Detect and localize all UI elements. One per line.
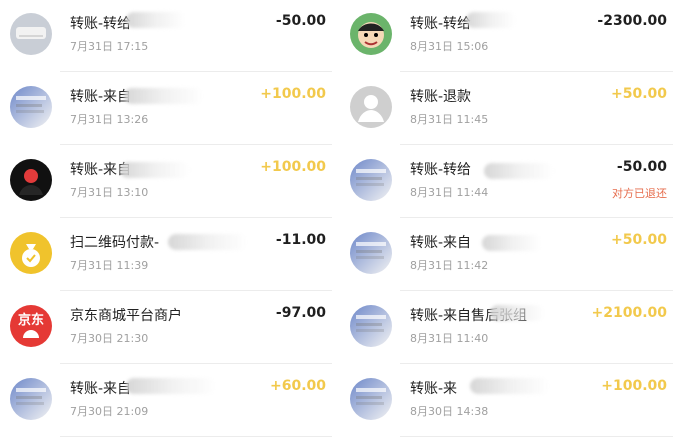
transaction-time: 7月31日 11:39 [70,259,149,272]
moneybag-icon [10,232,52,274]
transaction-amount: -50.00 [616,159,667,175]
transaction-title: 转账-来自 [70,89,132,105]
transaction-item[interactable]: 转账-来自 8月31日 11:42 +50.00 [340,219,681,291]
transaction-item[interactable]: 转账-来 8月30日 14:38 +100.00 [340,365,681,437]
transaction-time: 7月31日 17:15 [70,40,149,53]
transaction-item[interactable]: 转账-来自 7月31日 13:26 +100.00 [0,73,340,145]
transaction-time: 8月31日 11:42 [410,259,489,272]
transaction-time: 7月30日 21:30 [70,332,149,345]
transaction-time: 8月31日 11:44 [410,186,489,199]
transaction-item[interactable]: 转账-转给 7月31日 17:15 -50.00 [0,0,340,72]
ac-icon [10,13,52,55]
transaction-item[interactable]: 扫二维码付款- 7月31日 11:39 -11.00 [0,219,340,291]
transaction-time: 7月31日 13:26 [70,113,149,126]
redaction-blur [470,378,550,394]
transaction-item[interactable]: 转账-转给 8月31日 11:44 -50.00 对方已退还 [340,146,681,218]
transaction-amount: +100.00 [601,378,667,394]
transaction-time: 8月31日 11:40 [410,332,489,345]
person-icon [10,159,52,201]
transaction-title: 转账-来自 [410,235,472,251]
transaction-item[interactable]: 京东 京东商城平台商户 7月30日 21:30 -97.00 [0,292,340,364]
transaction-time: 7月31日 13:10 [70,186,149,199]
transaction-amount: -97.00 [275,305,326,321]
transaction-title: 转账-退款 [410,89,472,105]
photo-icon [350,378,392,420]
transaction-note: 对方已退还 [612,187,667,200]
photo-icon [350,305,392,347]
transaction-title: 京东商城平台商户 [70,308,182,324]
transaction-amount: +60.00 [269,378,326,394]
redaction-blur [484,163,554,179]
photo-icon [10,378,52,420]
transaction-amount: +100.00 [260,86,326,102]
redaction-blur [126,378,216,394]
transaction-title: 转账-来 [410,381,458,397]
transaction-title: 转账-转给 [410,16,472,32]
redaction-blur [120,162,190,178]
redaction-blur [466,12,516,28]
transaction-time: 8月31日 15:06 [410,40,489,53]
transaction-amount: -50.00 [275,13,326,29]
redaction-blur [126,12,186,28]
redaction-blur [124,88,204,104]
transaction-item[interactable]: 转账-转给 8月31日 15:06 -2300.00 [340,0,681,72]
transaction-column-left: 转账-转给 7月31日 17:15 -50.00 转账-来自 7月31日 13:26 +1… [0,0,340,437]
transaction-title: 转账-来自 [70,381,132,397]
transaction-title: 转账-转给 [410,162,472,178]
transaction-amount: +2100.00 [591,305,668,321]
redaction-blur [168,234,248,250]
transaction-item[interactable]: 转账-来自售后张组 8月31日 11:40 +2100.00 [340,292,681,364]
jd-logo-icon: 京东 [10,305,52,347]
transaction-amount: +100.00 [260,159,326,175]
redaction-blur [490,305,545,321]
cartoon-icon [350,13,392,55]
default-user-icon [350,86,392,128]
transaction-item[interactable]: 转账-来自 7月31日 13:10 +100.00 [0,146,340,218]
redaction-blur [482,235,542,251]
transaction-list: 转账-转给 7月31日 17:15 -50.00 转账-来自 7月31日 13:26 +1… [0,0,681,437]
transaction-item[interactable]: 转账-来自 7月30日 21:09 +60.00 [0,365,340,437]
photo-icon [350,159,392,201]
photo-icon [350,232,392,274]
transaction-amount: -2300.00 [597,13,667,29]
transaction-title: 转账-转给 [70,16,132,32]
transaction-time: 8月30日 14:38 [410,405,489,418]
transaction-amount: +50.00 [610,86,667,102]
transaction-time: 8月31日 11:45 [410,113,489,126]
transaction-amount: -11.00 [275,232,326,248]
transaction-column-right: 转账-转给 8月31日 15:06 -2300.00 转账-退款 8月31日 11:45… [340,0,681,437]
transaction-amount: +50.00 [610,232,667,248]
photo-icon [10,86,52,128]
transaction-title: 扫二维码付款- [70,235,160,251]
transaction-item[interactable]: 转账-退款 8月31日 11:45 +50.00 [340,73,681,145]
transaction-time: 7月30日 21:09 [70,405,149,418]
